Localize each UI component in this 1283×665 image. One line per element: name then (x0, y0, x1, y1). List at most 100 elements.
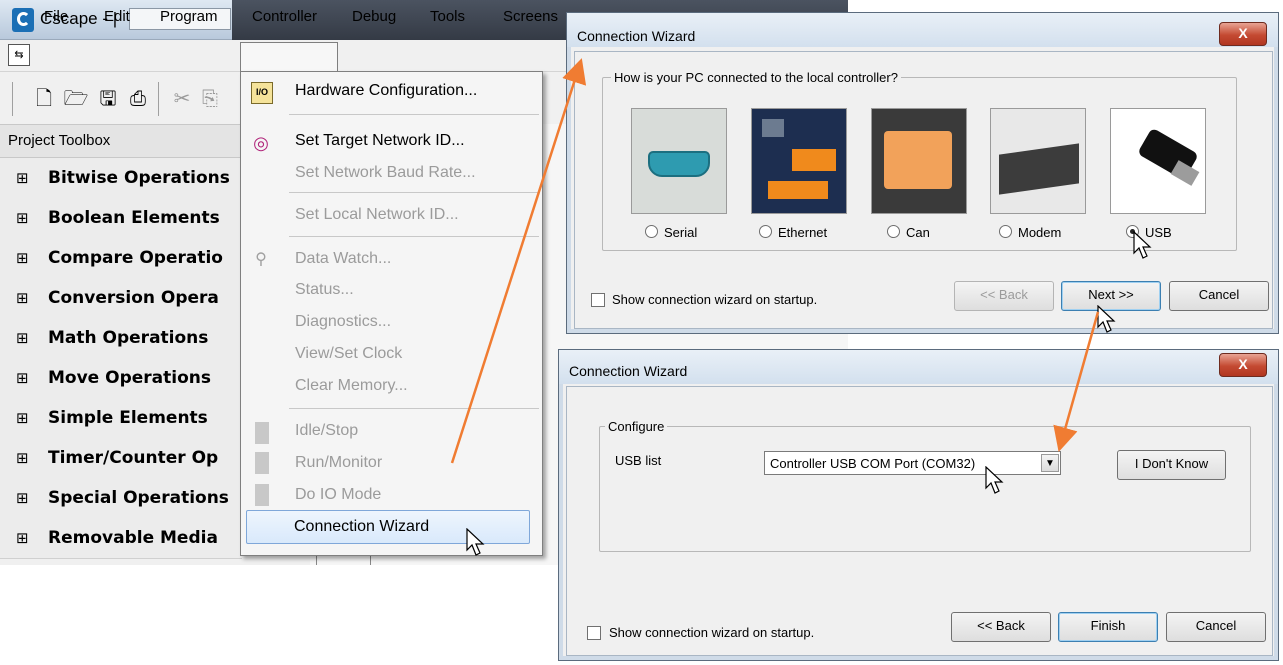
toolbox-item[interactable]: ⊞ Boolean Elements (0, 198, 242, 239)
menu-debug[interactable]: Debug (352, 8, 396, 25)
toolbox-item[interactable]: ⊞ Simple Elements (0, 398, 242, 439)
print-icon[interactable]: ⎙ (124, 84, 152, 114)
toolbox-item[interactable]: ⊞ Conversion Opera (0, 278, 242, 319)
toolbox-item[interactable]: ⊞ Move Operations (0, 358, 242, 399)
close-icon[interactable]: X (1219, 22, 1267, 46)
mouse-cursor-icon (985, 466, 1004, 494)
ethernet-port-image[interactable] (751, 108, 847, 214)
run-monitor-icon (255, 452, 269, 474)
toolbar-grip (12, 82, 13, 116)
toolbox-item[interactable]: ⊞ Compare Operatio (0, 238, 242, 279)
expand-icon: ⊞ (16, 329, 29, 347)
toolbox-item[interactable]: ⊞ Math Operations (0, 318, 242, 359)
cancel-button[interactable]: Cancel (1166, 612, 1266, 642)
usb-list-value: Controller USB COM Port (COM32) (770, 456, 976, 471)
menu-idle-stop[interactable]: Idle/Stop (295, 422, 358, 440)
menu-separator (289, 114, 539, 115)
toolbox-item[interactable]: ⊞ Timer/Counter Op (0, 438, 242, 479)
radio-modem[interactable]: Modem (999, 225, 1061, 240)
connection-wizard-window: Connection Wizard X How is your PC conne… (566, 12, 1279, 334)
modem-image[interactable] (990, 108, 1086, 214)
menu-diagnostics[interactable]: Diagnostics... (295, 313, 391, 331)
expand-icon: ⊞ (16, 529, 29, 547)
expand-icon: ⊞ (16, 209, 29, 227)
serial-port-image[interactable] (631, 108, 727, 214)
toolbar-separator (158, 82, 159, 116)
wizard-title: Connection Wizard (569, 363, 688, 379)
controller-menu-dropdown: I/O Hardware Configuration... ◎ Set Targ… (240, 71, 543, 556)
connection-options (627, 108, 1247, 214)
menu-clear-memory[interactable]: Clear Memory... (295, 377, 408, 395)
new-file-icon[interactable]: 🗋 (30, 84, 58, 114)
do-io-mode-icon (255, 484, 269, 506)
mouse-cursor-icon (1097, 305, 1116, 333)
menu-controller-open (240, 42, 338, 72)
menu-do-io-mode[interactable]: Do IO Mode (295, 486, 381, 504)
menu-controller[interactable]: Controller (252, 8, 317, 25)
copy-icon[interactable]: ⎘ (196, 84, 224, 114)
cut-icon[interactable]: ✂ (168, 84, 196, 114)
radio-button[interactable] (759, 225, 772, 238)
expand-icon: ⊞ (16, 409, 29, 427)
menu-separator (289, 192, 539, 193)
ethernet-jack-icon (762, 119, 784, 137)
configure-group (599, 426, 1251, 552)
menu-set-target-network-id[interactable]: Set Target Network ID... (295, 132, 465, 150)
menu-screens[interactable]: Screens (503, 8, 558, 25)
show-on-startup-label: Show connection wizard on startup. (612, 292, 818, 307)
usb-list-label: USB list (615, 453, 662, 468)
expand-icon: ⊞ (16, 249, 29, 267)
toolbox-item[interactable]: ⊞ Special Operations (0, 478, 242, 519)
menu-edit[interactable]: Edit (104, 8, 130, 25)
menu-view-set-clock[interactable]: View/Set Clock (295, 345, 402, 363)
menu-set-network-baud-rate[interactable]: Set Network Baud Rate... (295, 164, 476, 182)
radio-button[interactable] (645, 225, 658, 238)
menu-program[interactable]: Program (160, 8, 218, 25)
wizard-title: Connection Wizard (577, 28, 696, 44)
menu-data-watch[interactable]: Data Watch... (295, 250, 391, 268)
usb-list-select[interactable]: Controller USB COM Port (COM32) ▼ (764, 451, 1061, 475)
can-connector-icon (884, 131, 952, 189)
modem-device-icon (999, 143, 1079, 195)
menu-tools[interactable]: Tools (430, 8, 465, 25)
open-folder-icon[interactable]: 🗁 (62, 84, 90, 114)
radio-ethernet[interactable]: Ethernet (759, 225, 827, 240)
menu-set-local-network-id[interactable]: Set Local Network ID... (295, 206, 459, 224)
system-menu-icon[interactable]: ⇆ (8, 44, 30, 66)
show-on-startup-checkbox[interactable] (591, 293, 605, 307)
can-port-image[interactable] (871, 108, 967, 214)
cancel-button[interactable]: Cancel (1169, 281, 1269, 311)
toolbox-item[interactable]: ⊞ Removable Media (0, 518, 242, 559)
project-toolbox-title: Project Toolbox (8, 132, 111, 149)
menu-hardware-configuration[interactable]: Hardware Configuration... (295, 82, 477, 100)
usb-image[interactable] (1110, 108, 1206, 214)
toolbox-item[interactable]: ⊞ Bitwise Operations (0, 158, 242, 199)
menu-status[interactable]: Status... (295, 281, 354, 299)
finish-button[interactable]: Finish (1058, 612, 1158, 642)
radio-button[interactable] (999, 225, 1012, 238)
radio-button[interactable] (887, 225, 900, 238)
menu-file[interactable]: File (44, 8, 68, 25)
back-button[interactable]: << Back (954, 281, 1054, 311)
menu-separator (289, 408, 539, 409)
radio-serial[interactable]: Serial (645, 225, 697, 240)
close-icon[interactable]: X (1219, 353, 1267, 377)
menu-connection-wizard[interactable]: Connection Wizard (294, 518, 429, 536)
show-on-startup-label: Show connection wizard on startup. (609, 625, 815, 640)
expand-icon: ⊞ (16, 289, 29, 307)
expand-icon: ⊞ (16, 369, 29, 387)
chevron-down-icon[interactable]: ▼ (1041, 454, 1059, 472)
back-button[interactable]: << Back (951, 612, 1051, 642)
idle-stop-icon (255, 422, 269, 444)
radio-can[interactable]: Can (887, 225, 930, 240)
mouse-cursor-icon (1133, 231, 1152, 259)
i-dont-know-button[interactable]: I Don't Know (1117, 450, 1226, 480)
menu-run-monitor[interactable]: Run/Monitor (295, 454, 382, 472)
terminal-block-icon (792, 149, 836, 171)
expand-icon: ⊞ (16, 169, 29, 187)
configure-label: Configure (605, 419, 668, 434)
save-icon[interactable]: 🖫 (94, 84, 122, 114)
target-network-icon: ◎ (253, 133, 269, 153)
show-on-startup-checkbox[interactable] (587, 626, 601, 640)
expand-icon: ⊞ (16, 449, 29, 467)
